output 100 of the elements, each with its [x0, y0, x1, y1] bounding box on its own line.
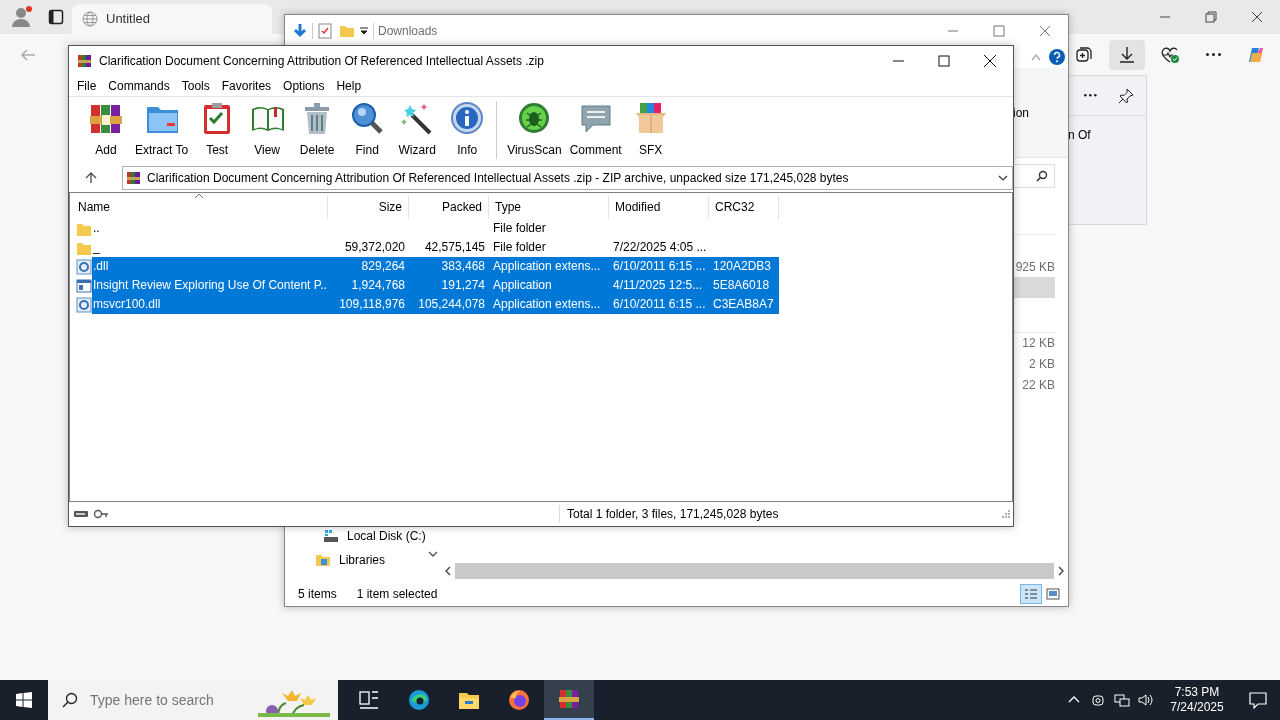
toolbar-button[interactable]: Comment — [565, 100, 626, 159]
file-size: 2 KB — [1028, 355, 1055, 373]
details-view-button[interactable] — [1020, 584, 1042, 604]
table-cell-text: .. — [92, 220, 101, 237]
search-input[interactable]: Type here to search — [88, 688, 258, 712]
taskbar-app[interactable] — [544, 680, 594, 720]
table-cell-text: 1,924,768 — [350, 277, 406, 294]
table-cell-text: _ — [92, 239, 101, 256]
dropdown-icon — [998, 173, 1008, 182]
download-button[interactable] — [1109, 39, 1145, 70]
more-icon — [1205, 53, 1221, 56]
toolbar-button[interactable]: Info — [442, 100, 493, 159]
browser-tab[interactable]: Untitled — [72, 4, 272, 34]
table-cell-text: Insight Review Exploring Use Of Content P... — [92, 277, 328, 294]
gear-file-icon — [76, 296, 92, 313]
package-box-icon — [633, 100, 668, 135]
table-cell-text: 120A2DB3 — [712, 258, 773, 275]
download-icon — [1117, 44, 1137, 65]
bug-shield-icon — [517, 100, 552, 135]
windows-logo-icon — [16, 692, 32, 708]
table-cell-text: 6/10/2011 6:15 ... — [612, 258, 707, 275]
restore-icon — [1203, 9, 1219, 25]
toolbar-button[interactable]: Add — [81, 100, 131, 159]
collapse-caret-icon — [1031, 53, 1041, 61]
network-icon — [1114, 692, 1130, 708]
search-field[interactable]: Type here to search — [48, 680, 338, 720]
table-cell-text: 6/10/2011 6:15 ... — [612, 296, 707, 313]
close-icon — [1249, 9, 1265, 25]
toolbar-button[interactable]: Test — [192, 100, 243, 159]
ribbon-label: ion — [1013, 104, 1029, 122]
search-icon — [1036, 170, 1048, 182]
up-arrow-icon — [85, 171, 97, 184]
file-row[interactable]: .. File folder — [92, 219, 779, 238]
table-cell-text: File folder — [492, 220, 547, 237]
nav-item[interactable]: Local Disk (C:) — [285, 524, 441, 548]
menu-item[interactable]: Help — [330, 76, 368, 96]
toolbar-button[interactable]: Find — [342, 100, 393, 159]
library-folder-icon — [315, 552, 331, 568]
nav-item[interactable]: Libraries — [285, 548, 441, 572]
minimize-icon — [1160, 16, 1170, 18]
resize-grip-icon — [1002, 510, 1010, 518]
toolbar-button[interactable]: Delete — [292, 100, 343, 159]
close-icon — [982, 53, 998, 69]
thumbnail-view-icon — [1046, 588, 1060, 600]
toolbar-button[interactable]: Wizard — [392, 100, 443, 159]
help-icon[interactable] — [1049, 49, 1065, 65]
drive-icon — [73, 509, 89, 519]
tab-actions-icon[interactable] — [48, 9, 64, 25]
menu-item[interactable]: Favorites — [215, 76, 278, 96]
task-view-icon — [358, 689, 380, 711]
file-row[interactable]: _ 59,372,020 42,575,145 File folder 7/22/2025 4:05 ... — [92, 238, 779, 257]
table-cell-text: 191,274 — [440, 277, 486, 294]
scrollbar-thumb[interactable] — [455, 563, 1054, 579]
table-cell-text: 7/22/2025 4:05 ... — [612, 239, 708, 256]
table-cell-text: 42,575,145 — [423, 239, 486, 256]
dropdown-icon — [359, 25, 369, 36]
maximize-icon — [991, 22, 1007, 39]
scroll-down-icon[interactable] — [428, 550, 438, 558]
status-text: Total 1 folder, 3 files, 171,245,028 bytes — [559, 505, 779, 523]
archive-icon — [77, 53, 92, 69]
menu-item[interactable]: Tools — [175, 76, 216, 96]
details-view-icon — [1024, 588, 1038, 600]
table-cell-text: 383,468 — [440, 258, 486, 275]
toolbar-button[interactable]: View — [242, 100, 293, 159]
window-title: Downloads — [378, 22, 438, 40]
globe-icon — [82, 11, 98, 27]
menu-item[interactable]: File — [71, 76, 103, 96]
download-item-text: n Of — [1068, 127, 1092, 144]
table-cell-text: msvcr100.dll — [92, 296, 162, 313]
menu-item[interactable]: Commands — [102, 76, 176, 96]
file-row[interactable] — [1013, 277, 1055, 298]
fox-globe-icon — [508, 689, 530, 711]
toolbar-button[interactable]: Extract To — [131, 100, 193, 159]
file-row[interactable]: msvcr100.dll 109,118,976 105,244,078 Application extens... 6/10/2011 6:15 ... C3EAB8A7 — [92, 295, 779, 314]
info-icon — [450, 100, 485, 135]
archive-books-icon — [558, 688, 580, 710]
file-row[interactable]: Insight Review Exploring Use Of Content P... 1,924,768 191,274 Application 4/11/2025 12:5... 5E8A6018 — [92, 276, 779, 295]
browser-icon — [408, 689, 430, 711]
magnifier-icon — [350, 100, 385, 135]
table-cell-text: File folder — [492, 239, 547, 256]
more-icon — [1083, 94, 1097, 97]
properties-icon — [317, 22, 333, 39]
speaker-icon — [1138, 692, 1154, 708]
table-cell-text: 105,244,078 — [417, 296, 486, 313]
menu-item[interactable]: Options — [277, 76, 331, 96]
camera-icon — [1090, 692, 1106, 708]
address-field[interactable]: Clarification Document Concerning Attribution Of Referenced Intellectual Assets .zip - ZIP archive, unpacked size 171,245,028 bytes — [122, 165, 1013, 190]
chat-bubble-icon — [1249, 691, 1267, 709]
drive-icon — [323, 528, 339, 544]
toolbar-button[interactable]: VirusScan — [496, 100, 566, 159]
file-row[interactable]: .dll 829,264 383,468 Application extens... 6/10/2011 6:15 ... 120A2DB3 — [92, 257, 779, 276]
window-title: Clarification Document Concerning Attribution Of Referenced Intellectual Assets .zip — [99, 53, 544, 70]
clock[interactable]: 7:53 PM 7/24/2025 — [1158, 680, 1236, 720]
profile-icon[interactable] — [10, 5, 34, 29]
table-cell-text: Application extens... — [492, 258, 602, 275]
archive-icon — [126, 169, 141, 186]
key-icon — [93, 509, 109, 519]
toolbar-button[interactable]: SFX — [625, 100, 676, 159]
minimize-icon — [892, 60, 904, 62]
file-size: 925 KB — [1014, 258, 1055, 276]
